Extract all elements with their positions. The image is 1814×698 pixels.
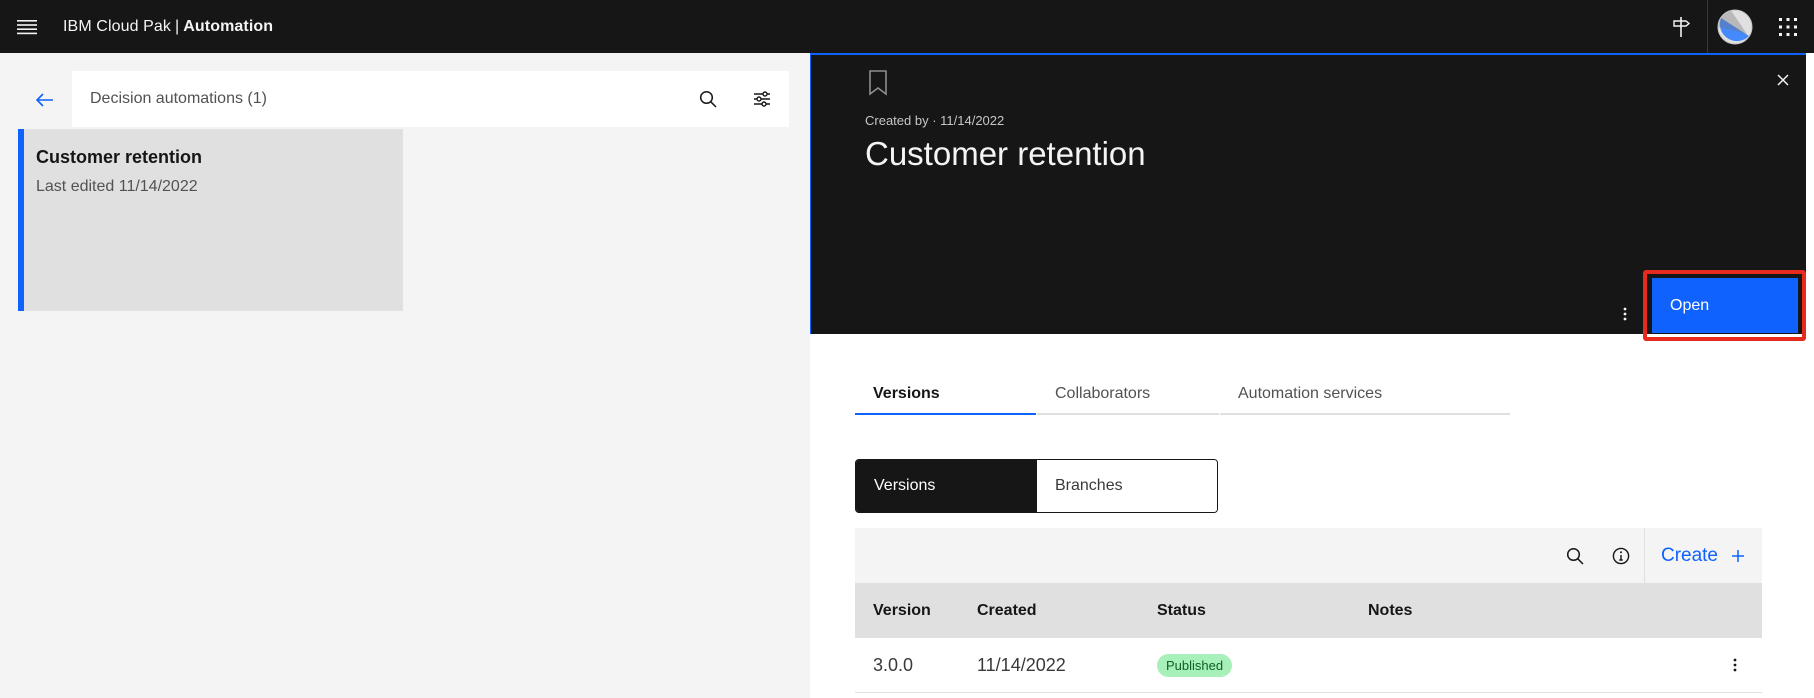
col-status[interactable]: Status: [1157, 602, 1368, 620]
row-overflow-menu-icon[interactable]: [1719, 649, 1751, 681]
product-brand[interactable]: IBM Cloud Pak | Automation: [63, 18, 273, 36]
cell-version: 3.0.0: [873, 654, 914, 675]
brand-separator: |: [175, 17, 180, 35]
cell-status: Published: [1157, 653, 1368, 677]
search-title: Decision automations (1): [90, 90, 267, 107]
add-icon: [1732, 549, 1744, 562]
table-toolbar: Create: [855, 528, 1762, 583]
tab-automation-services[interactable]: Automation services: [1220, 377, 1510, 415]
bookmark-icon[interactable]: [867, 69, 891, 99]
table-row[interactable]: 3.0.0 11/14/2022 Published: [855, 638, 1762, 693]
table-search-icon[interactable]: [1552, 528, 1598, 583]
signpost-icon[interactable]: [1654, 0, 1707, 53]
content-switcher: Versions Branches: [855, 459, 1218, 513]
switcher-branches[interactable]: Branches: [1037, 460, 1217, 512]
filter-settings-icon[interactable]: [735, 71, 789, 127]
app-switcher-icon[interactable]: [1761, 0, 1814, 53]
open-button[interactable]: Open: [1652, 278, 1798, 333]
back-arrow-icon[interactable]: [26, 81, 64, 119]
col-notes[interactable]: Notes: [1368, 602, 1708, 620]
tab-versions[interactable]: Versions: [855, 377, 1036, 415]
detail-title: Customer retention: [865, 135, 1146, 172]
search-bar[interactable]: Decision automations (1): [72, 71, 789, 127]
automation-list-panel: Decision automations (1) Customer retent…: [0, 53, 810, 698]
switcher-versions[interactable]: Versions: [856, 460, 1037, 512]
created-by-text: Created by · 11/14/2022: [865, 113, 1005, 128]
brand-prefix: IBM Cloud Pak: [63, 17, 172, 35]
col-version[interactable]: Version: [855, 602, 977, 620]
cell-created: 11/14/2022: [977, 654, 1066, 675]
info-icon[interactable]: [1598, 528, 1644, 583]
status-badge: Published: [1157, 653, 1233, 677]
tab-collaborators[interactable]: Collaborators: [1037, 377, 1219, 415]
close-icon[interactable]: [1766, 63, 1800, 97]
create-label: Create: [1660, 544, 1718, 566]
brand-product: Automation: [183, 17, 274, 35]
automation-card[interactable]: Customer retention Last edited 11/14/202…: [18, 129, 403, 311]
search-icon[interactable]: [681, 71, 735, 127]
top-header: IBM Cloud Pak | Automation: [0, 0, 1814, 53]
table-header: Version Created Status Notes: [855, 583, 1762, 638]
user-avatar[interactable]: [1708, 0, 1761, 53]
create-button[interactable]: Create: [1645, 528, 1762, 583]
hamburger-menu-icon[interactable]: [0, 0, 53, 53]
card-title: Customer retention: [36, 147, 203, 167]
overflow-menu-icon[interactable]: [1611, 299, 1639, 329]
versions-table: Create Version Created Status Notes 3.0.…: [855, 528, 1762, 693]
col-created[interactable]: Created: [977, 602, 1157, 620]
detail-tabs: Versions Collaborators Automation servic…: [855, 377, 1510, 415]
card-last-edited: Last edited 11/14/2022: [36, 178, 198, 195]
detail-panel: Created by · 11/14/2022 Customer retenti…: [810, 53, 1814, 698]
